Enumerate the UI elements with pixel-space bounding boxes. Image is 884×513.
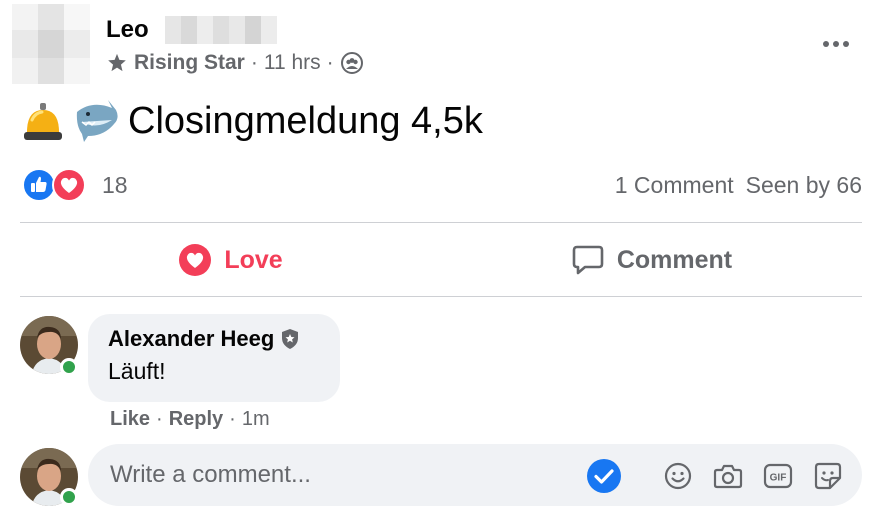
svg-text:GIF: GIF: [770, 473, 787, 484]
post-header: Leo Rising Star · 11 hrs ·: [12, 4, 872, 84]
meta-separator: ·: [250, 51, 258, 74]
comment-composer: GIF: [20, 444, 862, 508]
post-text: Closingmeldung 4,5k: [20, 96, 483, 146]
reaction-icons[interactable]: [22, 168, 90, 202]
post-body-text: Closingmeldung 4,5k: [128, 99, 483, 142]
comment-icon: [572, 245, 604, 275]
comment-count[interactable]: 1 Comment: [615, 172, 734, 199]
seen-by[interactable]: Seen by 66: [746, 172, 862, 199]
comment-reply-link[interactable]: Reply: [169, 408, 223, 431]
reactions-summary: 18 1 Comment Seen by 66: [20, 166, 862, 206]
comment-meta: Like · Reply · 1m: [110, 408, 270, 431]
author-surname-blurred: [164, 16, 277, 44]
post-stats: 1 Comment Seen by 66: [615, 172, 862, 199]
commenter-name[interactable]: Alexander Heeg: [108, 326, 274, 352]
love-icon: [179, 244, 212, 276]
bell-emoji-icon: [24, 103, 62, 140]
online-status-dot: [60, 358, 78, 376]
like-reaction-icon: [22, 168, 56, 202]
comment-text: Läuft!: [108, 358, 166, 384]
emoji-icon[interactable]: [660, 458, 696, 494]
comment-button-label: Comment: [616, 245, 733, 274]
online-status-dot: [60, 488, 78, 506]
author-avatar-blurred[interactable]: [12, 4, 90, 84]
shark-emoji-icon: [76, 100, 118, 142]
post-time[interactable]: 11 hrs: [264, 51, 321, 75]
love-button-label: Love: [224, 245, 283, 274]
divider: [20, 296, 862, 297]
love-button[interactable]: Love: [20, 224, 441, 296]
meta-dot: ·: [156, 408, 163, 430]
shield-badge-icon[interactable]: [280, 328, 300, 350]
commenter-row: Alexander Heeg: [108, 326, 320, 352]
love-reaction-icon: [52, 168, 86, 202]
more-options-button[interactable]: [816, 34, 856, 54]
star-badge-icon: [108, 53, 126, 72]
comment-button[interactable]: Comment: [441, 224, 862, 296]
comment-like-link[interactable]: Like: [110, 408, 150, 431]
meta-separator: ·: [326, 51, 334, 74]
composer-tools: GIF: [586, 458, 846, 494]
camera-icon[interactable]: [710, 458, 746, 494]
group-icon: [340, 52, 363, 74]
divider: [20, 222, 862, 223]
author-name[interactable]: Leo: [106, 16, 149, 44]
verified-check-icon[interactable]: [586, 458, 622, 494]
author-badge[interactable]: Rising Star: [134, 51, 245, 75]
reaction-count[interactable]: 18: [102, 172, 128, 199]
comment-bubble: Alexander Heeg Läuft!: [88, 314, 340, 402]
post-actions: Love Comment: [20, 224, 862, 296]
author-name-row: Leo: [106, 16, 277, 44]
comment-item: Alexander Heeg Läuft! Like · Reply · 1m: [20, 314, 862, 434]
sticker-icon[interactable]: [810, 458, 846, 494]
meta-dot: ·: [229, 408, 236, 430]
comment-time[interactable]: 1m: [242, 408, 270, 431]
post-meta: Rising Star · 11 hrs ·: [106, 51, 364, 75]
gif-icon[interactable]: GIF: [760, 458, 796, 494]
